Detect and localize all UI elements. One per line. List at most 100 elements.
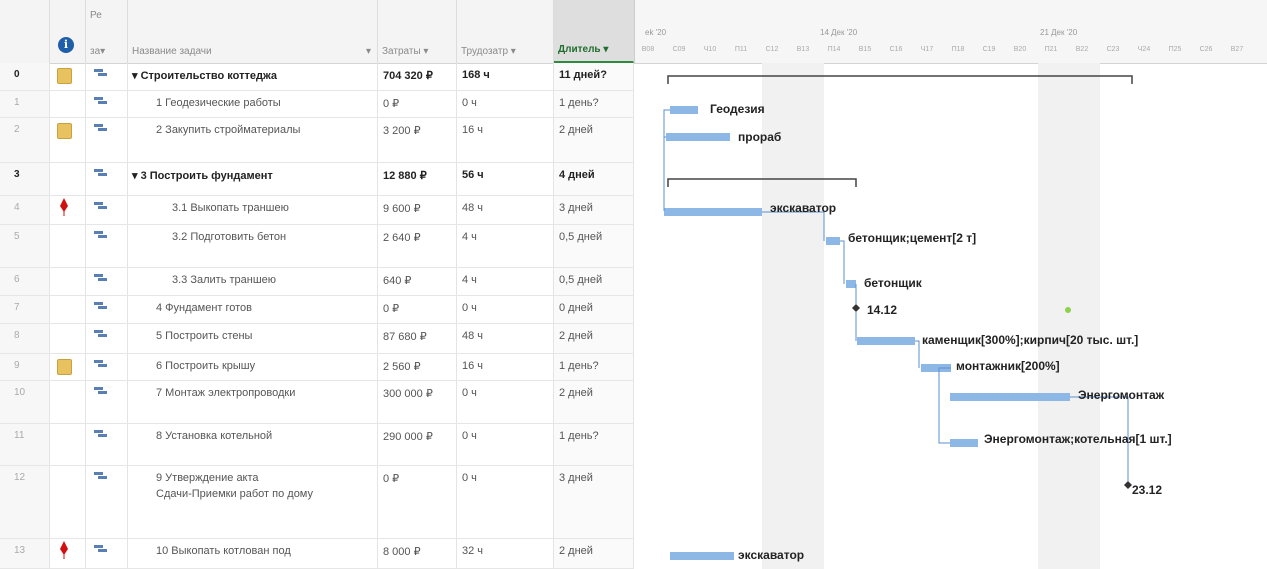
- table-row[interactable]: 3 ▾ 3 Построить фундамент 12 880 ₽ 56 ч 4 дн…: [0, 163, 634, 196]
- row-duration[interactable]: 3 дней: [554, 196, 634, 224]
- row-task-name[interactable]: 9 Утверждение акта Сдачи-Приемки работ по…: [128, 466, 378, 538]
- table-row[interactable]: 8 5 Построить стены 87 680 ₽ 48 ч 2 дней: [0, 324, 634, 354]
- header-task-name[interactable]: Название задачи ▾: [128, 0, 378, 63]
- row-id[interactable]: 3: [0, 163, 50, 195]
- row-id[interactable]: 5: [0, 225, 50, 267]
- row-task-mode[interactable]: [86, 539, 128, 568]
- row-cost[interactable]: 2 560 ₽: [378, 354, 457, 380]
- table-row[interactable]: 13 10 Выкопать котлован под 8 000 ₽ 32 ч 2 д…: [0, 539, 634, 569]
- table-row[interactable]: 6 3.3 Залить траншею 640 ₽ 4 ч 0,5 дней: [0, 268, 634, 296]
- row-task-mode[interactable]: [86, 63, 128, 90]
- row-task-name[interactable]: 7 Монтаж электропроводки: [128, 381, 378, 423]
- row-work[interactable]: 56 ч: [457, 163, 554, 195]
- row-duration[interactable]: 1 день?: [554, 354, 634, 380]
- row-work[interactable]: 16 ч: [457, 354, 554, 380]
- row-duration[interactable]: 11 дней?: [554, 63, 634, 90]
- row-duration[interactable]: 2 дней: [554, 539, 634, 568]
- row-duration[interactable]: 0,5 дней: [554, 268, 634, 295]
- row-duration[interactable]: 4 дней: [554, 163, 634, 195]
- note-icon[interactable]: [57, 123, 72, 139]
- row-id[interactable]: 2: [0, 118, 50, 162]
- row-work[interactable]: 48 ч: [457, 196, 554, 224]
- table-row[interactable]: 12 9 Утверждение акта Сдачи-Приемки работ …: [0, 466, 634, 539]
- row-cost[interactable]: 87 680 ₽: [378, 324, 457, 353]
- row-task-name[interactable]: 3.3 Залить траншею: [128, 268, 378, 295]
- header-id[interactable]: [0, 0, 50, 63]
- header-work[interactable]: Трудозатр ▾: [457, 0, 554, 63]
- table-row[interactable]: 11 8 Установка котельной 290 000 ₽ 0 ч 1 ден…: [0, 424, 634, 466]
- row-cost[interactable]: 704 320 ₽: [378, 63, 457, 90]
- row-task-name[interactable]: 6 Построить крышу: [128, 354, 378, 380]
- row-duration[interactable]: 2 дней: [554, 381, 634, 423]
- row-cost[interactable]: 0 ₽: [378, 91, 457, 117]
- row-task-mode[interactable]: [86, 268, 128, 295]
- row-task-name[interactable]: 1 Геодезические работы: [128, 91, 378, 117]
- row-duration[interactable]: 2 дней: [554, 118, 634, 162]
- row-cost[interactable]: 290 000 ₽: [378, 424, 457, 465]
- row-cost[interactable]: 0 ₽: [378, 296, 457, 323]
- row-cost[interactable]: 2 640 ₽: [378, 225, 457, 267]
- row-task-mode[interactable]: [86, 91, 128, 117]
- table-row[interactable]: 4 3.1 Выкопать траншею 9 600 ₽ 48 ч 3 дней: [0, 196, 634, 225]
- row-work[interactable]: 0 ч: [457, 381, 554, 423]
- row-id[interactable]: 7: [0, 296, 50, 323]
- row-id[interactable]: 1: [0, 91, 50, 117]
- row-work[interactable]: 4 ч: [457, 268, 554, 295]
- header-duration[interactable]: Длитель ▾: [554, 0, 634, 63]
- header-task-mode[interactable]: Ре за▾: [86, 0, 128, 63]
- row-task-name[interactable]: 10 Выкопать котлован под: [128, 539, 378, 568]
- row-work[interactable]: 4 ч: [457, 225, 554, 267]
- row-id[interactable]: 4: [0, 196, 50, 224]
- row-duration[interactable]: 0 дней: [554, 296, 634, 323]
- table-row[interactable]: 7 4 Фундамент готов 0 ₽ 0 ч 0 дней: [0, 296, 634, 324]
- row-work[interactable]: 0 ч: [457, 91, 554, 117]
- row-id[interactable]: 13: [0, 539, 50, 568]
- row-cost[interactable]: 12 880 ₽: [378, 163, 457, 195]
- row-work[interactable]: 48 ч: [457, 324, 554, 353]
- row-duration[interactable]: 1 день?: [554, 424, 634, 465]
- row-work[interactable]: 0 ч: [457, 424, 554, 465]
- row-id[interactable]: 8: [0, 324, 50, 353]
- table-row[interactable]: 10 7 Монтаж электропроводки 300 000 ₽ 0 ч 2 …: [0, 381, 634, 424]
- note-icon[interactable]: [57, 359, 72, 375]
- row-work[interactable]: 16 ч: [457, 118, 554, 162]
- row-duration[interactable]: 2 дней: [554, 324, 634, 353]
- row-cost[interactable]: 300 000 ₽: [378, 381, 457, 423]
- row-duration[interactable]: 1 день?: [554, 91, 634, 117]
- table-row[interactable]: 5 3.2 Подготовить бетон 2 640 ₽ 4 ч 0,5 дней: [0, 225, 634, 268]
- row-task-name[interactable]: 2 Закупить стройматериалы: [128, 118, 378, 162]
- row-task-name[interactable]: 3.2 Подготовить бетон: [128, 225, 378, 267]
- row-task-mode[interactable]: [86, 225, 128, 267]
- row-cost[interactable]: 3 200 ₽: [378, 118, 457, 162]
- row-task-name[interactable]: 3.1 Выкопать траншею: [128, 196, 378, 224]
- header-cost[interactable]: Затраты ▾: [378, 0, 457, 63]
- row-task-name[interactable]: ▾ Строительство коттеджа: [128, 63, 378, 90]
- gantt-timescale[interactable]: ek '20 14 Дек '20 21 Дек '20 В08 С09 Ч10 П11 С…: [634, 0, 1267, 64]
- row-task-mode[interactable]: [86, 196, 128, 224]
- row-cost[interactable]: 640 ₽: [378, 268, 457, 295]
- row-id[interactable]: 9: [0, 354, 50, 380]
- row-task-mode[interactable]: [86, 466, 128, 538]
- row-work[interactable]: 168 ч: [457, 63, 554, 90]
- row-work[interactable]: 0 ч: [457, 466, 554, 538]
- row-id[interactable]: 10: [0, 381, 50, 423]
- row-task-name[interactable]: 5 Построить стены: [128, 324, 378, 353]
- row-duration[interactable]: 0,5 дней: [554, 225, 634, 267]
- row-task-mode[interactable]: [86, 163, 128, 195]
- row-cost[interactable]: 8 000 ₽: [378, 539, 457, 568]
- row-id[interactable]: 12: [0, 466, 50, 538]
- row-id[interactable]: 0: [0, 63, 50, 90]
- gantt-chart[interactable]: Геодезия прораб экскаватор бетонщик;цемент[…: [634, 63, 1267, 569]
- row-task-name[interactable]: ▾ 3 Построить фундамент: [128, 163, 378, 195]
- note-icon[interactable]: [57, 68, 72, 84]
- row-id[interactable]: 11: [0, 424, 50, 465]
- sort-arrow-icon[interactable]: ▾: [366, 46, 371, 57]
- row-task-mode[interactable]: [86, 118, 128, 162]
- row-task-mode[interactable]: [86, 354, 128, 380]
- table-row[interactable]: 1 1 Геодезические работы 0 ₽ 0 ч 1 день?: [0, 91, 634, 118]
- table-row[interactable]: 9 6 Построить крышу 2 560 ₽ 16 ч 1 день?: [0, 354, 634, 381]
- row-task-name[interactable]: 8 Установка котельной: [128, 424, 378, 465]
- row-work[interactable]: 32 ч: [457, 539, 554, 568]
- table-row[interactable]: 0 ▾ Строительство коттеджа 704 320 ₽ 168 ч 1…: [0, 63, 634, 91]
- row-cost[interactable]: 0 ₽: [378, 466, 457, 538]
